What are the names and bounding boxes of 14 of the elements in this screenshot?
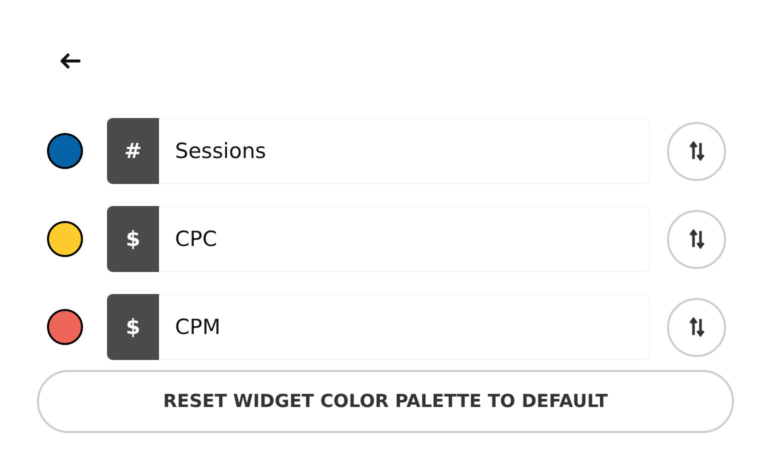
type-label: # [107,118,159,184]
sort-icon [688,317,704,337]
metric-input-field[interactable]: Sessions [159,118,650,184]
color-swatch[interactable] [47,133,83,169]
type-label: $ [107,294,159,360]
sort-icon [688,229,704,249]
type-label: $ [107,206,159,272]
sort-icon [688,141,704,161]
metric-input-field[interactable]: CPC [159,206,650,272]
back-arrow-icon[interactable] [59,53,81,69]
color-swatch[interactable] [47,221,83,257]
color-swatch[interactable] [47,309,83,345]
metric-input-field[interactable]: CPM [159,294,650,360]
reset-button[interactable]: RESET WIDGET COLOR PALETTE TO DEFAULT [37,370,734,433]
